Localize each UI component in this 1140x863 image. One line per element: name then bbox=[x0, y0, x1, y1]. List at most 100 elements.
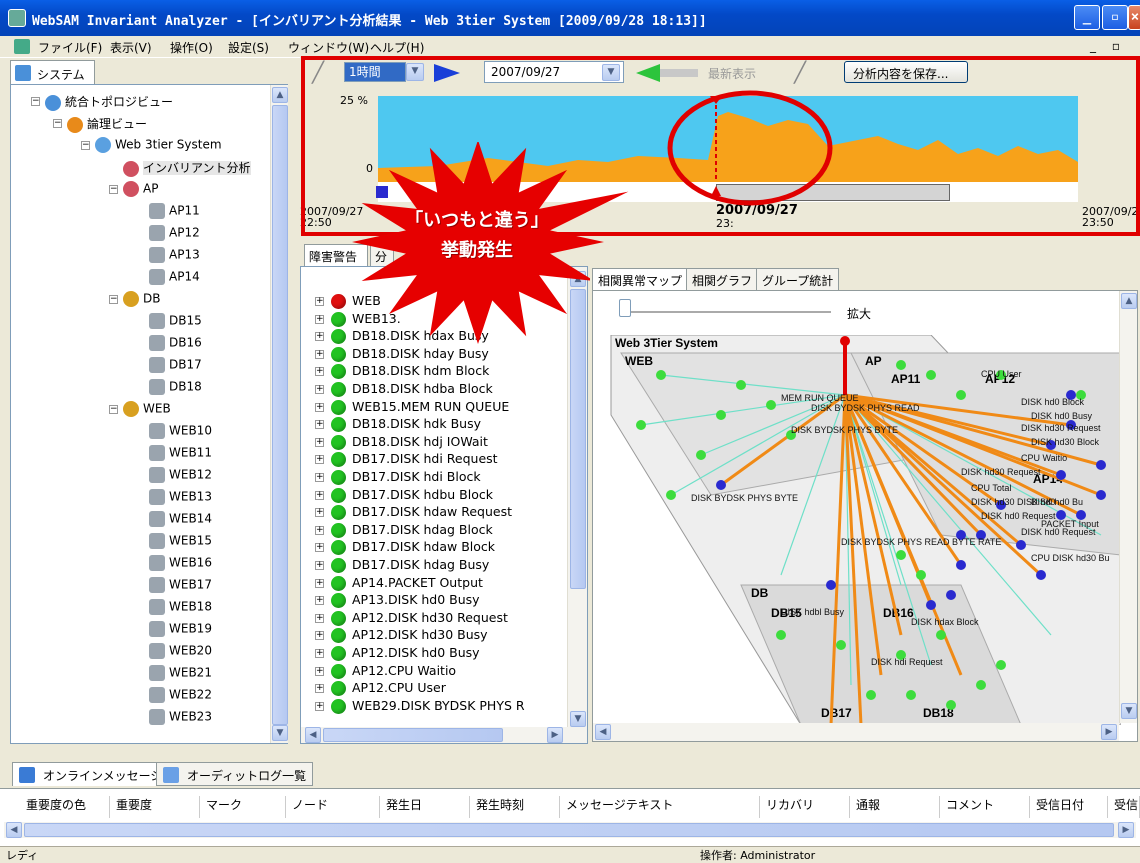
expand-toggle-icon[interactable]: + bbox=[315, 455, 324, 465]
tab-audit-log[interactable]: オーディットログ一覧 bbox=[156, 762, 314, 786]
metric-row[interactable]: AP12.DISK hd30 Busy bbox=[331, 627, 488, 645]
zoom-track[interactable] bbox=[621, 311, 831, 313]
maximize-button[interactable]: ▫ bbox=[1102, 5, 1128, 30]
menu-view[interactable]: 表示(V) bbox=[110, 39, 152, 56]
expand-toggle-icon[interactable]: + bbox=[315, 332, 324, 342]
metric-row[interactable]: DB17.DISK hdag Busy bbox=[331, 557, 489, 575]
tree-item[interactable]: DB17 bbox=[149, 357, 202, 375]
collapse-toggle-icon[interactable]: − bbox=[109, 295, 118, 304]
tree-item[interactable]: DB15 bbox=[149, 313, 202, 331]
msg-scroll-right[interactable]: ▶ bbox=[1118, 822, 1134, 838]
expand-toggle-icon[interactable]: + bbox=[315, 385, 324, 394]
metric-row[interactable]: DB17.DISK hdbu Block bbox=[331, 487, 493, 505]
expand-toggle-icon[interactable]: + bbox=[315, 437, 324, 447]
scroll-up-arrow[interactable]: ▲ bbox=[272, 87, 288, 103]
msg-scroll-thumb[interactable] bbox=[24, 823, 1114, 837]
expand-toggle-icon[interactable]: + bbox=[315, 402, 324, 412]
expand-toggle-icon[interactable]: + bbox=[315, 701, 324, 711]
scroll-down-arrow[interactable]: ▼ bbox=[272, 725, 288, 741]
metric-hscroll-thumb[interactable] bbox=[323, 728, 503, 742]
column-header[interactable]: リカバリ bbox=[760, 796, 850, 818]
tree-item[interactable]: インバリアント分析 bbox=[123, 159, 251, 177]
expand-toggle-icon[interactable]: + bbox=[315, 525, 324, 535]
expand-toggle-icon[interactable]: + bbox=[315, 666, 324, 676]
column-header[interactable]: コメント bbox=[940, 796, 1030, 818]
expand-toggle-icon[interactable]: + bbox=[315, 613, 324, 623]
metric-row[interactable]: DB18.DISK hdba Block bbox=[331, 381, 493, 399]
system-tree[interactable]: 統合トポロジビュー − 論理ビュー − Web 3tier System − インバリアント… bbox=[10, 84, 288, 744]
map-hscrollbar[interactable]: ◀ ▶ bbox=[593, 723, 1119, 741]
tree-item[interactable]: AP11 bbox=[149, 203, 200, 221]
expand-toggle-icon[interactable]: + bbox=[315, 314, 324, 324]
metric-row[interactable]: AP12.DISK hd0 Busy bbox=[331, 645, 480, 663]
column-header[interactable]: メッセージテキスト bbox=[560, 796, 760, 818]
expand-toggle-icon[interactable]: + bbox=[315, 684, 324, 694]
tree-item[interactable]: WEB bbox=[123, 401, 171, 419]
tree-item[interactable]: AP12 bbox=[149, 225, 200, 243]
tree-item[interactable]: AP13 bbox=[149, 247, 200, 265]
tree-item[interactable]: WEB22 bbox=[149, 687, 212, 705]
metric-row[interactable]: DB18.DISK hdk Busy bbox=[331, 416, 481, 434]
metric-row[interactable]: DB17.DISK hdi Block bbox=[331, 469, 481, 487]
expand-toggle-icon[interactable]: + bbox=[315, 490, 324, 500]
metric-row[interactable]: AP14.PACKET Output bbox=[331, 575, 483, 593]
tree-item[interactable]: AP bbox=[123, 181, 158, 199]
menu-window[interactable]: ウィンドウ(W) bbox=[288, 39, 369, 56]
tree-item[interactable]: WEB21 bbox=[149, 665, 212, 683]
tree-item[interactable]: Web 3tier System bbox=[95, 137, 222, 155]
metric-row[interactable]: DB17.DISK hdaw Request bbox=[331, 504, 512, 522]
map-scrollbar[interactable]: ▲ ▼ bbox=[1119, 291, 1137, 723]
expand-toggle-icon[interactable]: + bbox=[315, 631, 324, 641]
metric-row[interactable]: DB18.DISK hdj IOWait bbox=[331, 434, 488, 452]
expand-toggle-icon[interactable]: + bbox=[315, 367, 324, 377]
tree-item[interactable]: WEB19 bbox=[149, 621, 212, 639]
tree-item[interactable]: WEB16 bbox=[149, 555, 212, 573]
expand-toggle-icon[interactable]: + bbox=[315, 297, 324, 306]
expand-toggle-icon[interactable]: + bbox=[315, 473, 324, 482]
tree-item[interactable]: 統合トポロジビュー bbox=[45, 93, 173, 111]
expand-toggle-icon[interactable]: + bbox=[315, 508, 324, 518]
tree-item[interactable]: WEB17 bbox=[149, 577, 212, 595]
tab-system[interactable]: システム bbox=[10, 60, 95, 84]
msg-scroll-left[interactable]: ◀ bbox=[6, 822, 22, 838]
column-header[interactable]: 受信 bbox=[1108, 796, 1140, 818]
scroll-thumb[interactable] bbox=[272, 105, 288, 725]
tree-item[interactable]: WEB10 bbox=[149, 423, 212, 441]
expand-toggle-icon[interactable]: + bbox=[315, 561, 324, 570]
expand-toggle-icon[interactable]: + bbox=[315, 578, 324, 588]
tab-correlation-graph[interactable]: 相関グラフ bbox=[686, 268, 759, 290]
expand-toggle-icon[interactable]: + bbox=[315, 649, 324, 658]
tree-item[interactable]: 論理ビュー bbox=[67, 115, 147, 133]
tree-item[interactable]: WEB18 bbox=[149, 599, 212, 617]
tree-scrollbar[interactable]: ▲ ▼ bbox=[270, 85, 288, 743]
column-header[interactable]: 受信日付 bbox=[1030, 796, 1108, 818]
tree-item[interactable]: WEB13 bbox=[149, 489, 212, 507]
tree-item[interactable]: DB bbox=[123, 291, 160, 309]
tree-item[interactable]: AP14 bbox=[149, 269, 200, 287]
expand-toggle-icon[interactable]: + bbox=[315, 349, 324, 359]
menu-help[interactable]: ヘルプ(H) bbox=[370, 39, 424, 56]
expand-toggle-icon[interactable]: + bbox=[315, 596, 324, 606]
metric-scroll-down[interactable]: ▼ bbox=[570, 711, 586, 727]
column-header[interactable]: 通報 bbox=[850, 796, 940, 818]
close-button[interactable]: × bbox=[1128, 5, 1140, 30]
tree-item[interactable]: WEB14 bbox=[149, 511, 212, 529]
metric-row[interactable]: DB17.DISK hdi Request bbox=[331, 451, 498, 469]
collapse-toggle-icon[interactable]: − bbox=[31, 97, 40, 106]
column-header[interactable]: 発生日 bbox=[380, 796, 470, 818]
zoom-slider-thumb[interactable] bbox=[619, 299, 631, 317]
expand-toggle-icon[interactable]: + bbox=[315, 543, 324, 553]
metric-row[interactable]: DB17.DISK hdag Block bbox=[331, 522, 493, 540]
tree-item[interactable]: WEB12 bbox=[149, 467, 212, 485]
metric-row[interactable]: AP13.DISK hd0 Busy bbox=[331, 592, 480, 610]
tab-group-stats[interactable]: グループ統計 bbox=[756, 268, 840, 290]
tree-item[interactable]: WEB15 bbox=[149, 533, 212, 551]
metric-scroll-right[interactable]: ▶ bbox=[547, 727, 563, 743]
metric-scroll-left[interactable]: ◀ bbox=[305, 727, 321, 743]
map-scroll-left[interactable]: ◀ bbox=[595, 724, 611, 740]
tab-online-messages[interactable]: オンラインメッセージ bbox=[12, 762, 170, 786]
column-header[interactable]: 発生時刻 bbox=[470, 796, 560, 818]
correlation-graph[interactable]: Web 3Tier SystemWEBAPAP11AP12AP14DBDB15D… bbox=[601, 335, 1121, 725]
tree-item[interactable]: WEB23 bbox=[149, 709, 212, 727]
metric-row[interactable]: WEB15.MEM RUN QUEUE bbox=[331, 399, 509, 417]
